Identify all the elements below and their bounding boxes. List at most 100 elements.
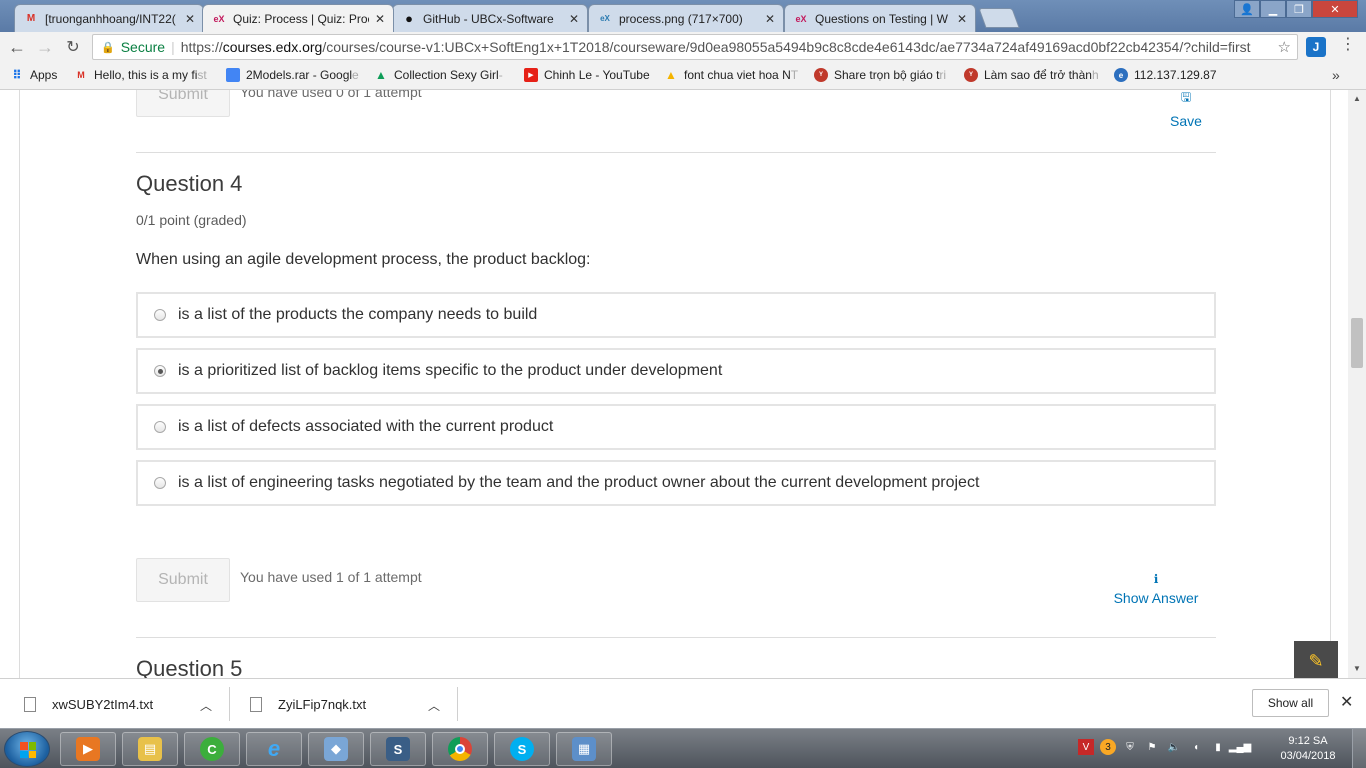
bookmark-youtube[interactable]: ▶ Chinh Le - YouTube [524,68,650,82]
close-window-button[interactable]: ✕ [1312,0,1358,18]
shield-icon[interactable]: ⛨ [1122,739,1138,755]
show-answer-button[interactable]: ℹ Show Answer [1106,572,1206,606]
answer-choice[interactable]: is a list of defects associated with the… [136,404,1216,450]
close-tab-icon[interactable]: ✕ [957,12,967,26]
taskbar-skype[interactable]: S [494,732,550,766]
show-all-button[interactable]: Show all [1252,689,1329,717]
speaker-icon[interactable]: ◖ [1188,739,1204,755]
media-player-icon: ▶ [76,737,100,761]
clock[interactable]: 9:12 SA 03/04/2018 [1272,734,1344,764]
submit-button[interactable]: Submit [136,558,230,602]
question-points: 0/1 point (graded) [136,212,247,228]
answer-choice[interactable]: is a list of the products the company ne… [136,292,1216,338]
minimize-button[interactable]: ▁ [1260,0,1286,18]
taskbar-virtualbox[interactable]: ◆ [308,732,364,766]
globe-icon: e [1114,68,1128,82]
tab-title: Questions on Testing | W [815,11,948,26]
file-icon [24,696,36,712]
profile-icon[interactable]: 👤 [1234,0,1260,18]
tab-questions-on-testing[interactable]: eX Questions on Testing | W ✕ [784,4,976,32]
coccoc-icon: C [200,737,224,761]
volume-icon[interactable]: 🔈 [1166,739,1182,755]
maximize-button[interactable]: ❐ [1286,0,1312,18]
answer-choice[interactable]: is a prioritized list of backlog items s… [136,348,1216,394]
close-tab-icon[interactable]: ✕ [375,12,385,26]
radio-button[interactable] [154,309,166,321]
question-title: Question 4 [136,171,243,196]
vivaldi-icon[interactable]: V [1078,739,1094,755]
chevron-up-icon[interactable]: ︿ [200,697,212,714]
reload-icon[interactable]: ↻ [62,37,84,57]
start-button[interactable] [4,731,50,767]
tab-strip: M [truonganhhoang/INT22( ✕ ● GitHub - UB… [0,0,1366,32]
bookmark-label: Apps [30,68,58,82]
bookmark-ip[interactable]: e 112.137.129.87 [1114,68,1217,82]
save-label: Save [1170,113,1202,129]
show-desktop-button[interactable] [1352,729,1366,768]
close-tab-icon[interactable]: ✕ [765,12,775,26]
radio-button-selected[interactable] [154,365,166,377]
github-icon: ● [405,11,413,26]
tray-badge-icon[interactable]: 3 [1100,739,1116,755]
tab-title: GitHub - UBCx-Software [423,11,554,26]
ytb-icon: Y [964,68,978,82]
taskbar-coccoc[interactable]: C [184,732,240,766]
chevron-up-icon[interactable]: ︿ [428,697,440,714]
taskbar-photo-viewer[interactable]: ▦ [556,732,612,766]
ie-icon: e [267,736,281,761]
bookmark-lam-sao[interactable]: Y Làm sao để trở thàn h [964,68,1099,82]
url-path: /courses/course-v1:UBCx+SoftEng1x+1T2018… [322,39,1251,55]
tab-title: [truonganhhoang/INT22( [45,11,176,26]
pencil-icon: ✎ [1308,650,1324,671]
edit-pencil-button[interactable]: ✎ [1294,641,1338,678]
bookmark-font[interactable]: ▲ font chua viet hoa NT [664,68,798,82]
bookmark-apps[interactable]: ⠿ Apps [10,68,57,82]
tab-process-png[interactable]: eX process.png (717×700) ✕ [588,4,784,32]
power-icon[interactable]: ▮ [1210,739,1226,755]
close-icon[interactable]: ✕ [1340,692,1353,712]
bookmark-star-icon[interactable]: ☆ [1278,38,1291,56]
signal-icon[interactable]: ▂▄▆ [1229,739,1251,755]
radio-button[interactable] [154,421,166,433]
scrollbar[interactable] [1348,90,1366,678]
radio-button[interactable] [154,477,166,489]
lock-icon: 🔒 [101,41,115,54]
bookmark-collection[interactable]: ▲ Collection Sexy Girl - [374,68,503,82]
scrollbar-thumb[interactable] [1351,318,1363,368]
chrome-icon [448,737,472,761]
bookmark-2models[interactable]: 2Models.rar - Googl e [226,68,359,82]
taskbar-sql[interactable]: S [370,732,426,766]
taskbar-explorer[interactable]: ▤ [122,732,178,766]
bookmark-hello[interactable]: M Hello, this is a my fi st [74,68,206,82]
tab-gmail[interactable]: M [truonganhhoang/INT22( ✕ [14,4,204,32]
network-warning-icon[interactable]: ⚑ [1144,739,1160,755]
close-tab-icon[interactable]: ✕ [185,12,195,26]
answer-choice[interactable]: is a list of engineering tasks negotiate… [136,460,1216,506]
secure-label: Secure [120,39,166,55]
bookmarks-bar: ⠿ Apps M Hello, this is a my fi st 2Model… [0,62,1366,90]
bookmark-share[interactable]: Y Share trọn bộ giáo t ri [814,68,946,82]
forward-icon[interactable]: → [34,37,56,58]
address-bar[interactable]: 🔒 Secure | https://courses.edx.org/cours… [92,34,1298,60]
prev-submit-button[interactable]: Submit [136,90,230,117]
gmail-icon: M [77,70,85,80]
taskbar-media-player[interactable]: ▶ [60,732,116,766]
back-icon[interactable]: ← [6,37,28,58]
download-item[interactable]: xwSUBY2tIm4.txt [24,687,153,721]
scroll-up-arrow-icon[interactable]: ▲ [1353,94,1361,103]
more-bookmarks-icon[interactable]: » [1332,67,1340,83]
divider [136,152,1216,153]
taskbar-ie[interactable]: e [246,732,302,766]
close-tab-icon[interactable]: ✕ [569,12,579,26]
extension-icon[interactable]: J [1306,37,1326,57]
download-filename: ZyiLFip7nqk.txt [278,696,367,712]
save-button[interactable]: 🖫 Save [1160,90,1212,129]
new-tab-button[interactable] [978,8,1020,28]
download-item[interactable]: ZyiLFip7nqk.txt [250,687,366,721]
taskbar-chrome[interactable] [432,732,488,766]
scroll-down-arrow-icon[interactable]: ▼ [1353,664,1361,673]
tab-github[interactable]: ● GitHub - UBCx-Software ✕ [392,4,588,32]
drive-icon: ▲ [375,68,387,82]
chrome-menu-icon[interactable]: ⋮ [1340,34,1356,54]
tab-quiz-process[interactable]: eX Quiz: Process | Quiz: Proc ✕ [202,4,394,32]
